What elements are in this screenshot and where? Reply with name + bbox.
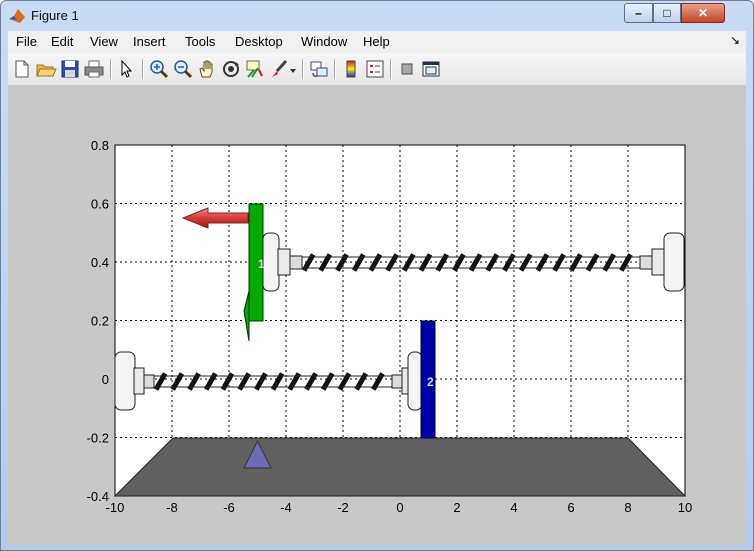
show-plot-tools-icon[interactable] <box>420 58 442 80</box>
figure-window: Figure 1 – □ ✕ File Edit View Insert Too… <box>0 0 754 551</box>
x-tick-label: -6 <box>223 500 235 515</box>
menu-dock-arrow-icon[interactable]: ↘ <box>730 33 740 47</box>
plot-area[interactable]: -10 -8 -6 -4 -2 0 2 4 6 8 100.80.60.40.20-0.2-0.4 <box>8 86 746 545</box>
matlab-icon <box>9 9 25 23</box>
figure-toolbar <box>8 53 746 86</box>
window-title: Figure 1 <box>31 8 79 23</box>
menu-help[interactable]: Help <box>363 34 390 49</box>
y-tick-label: 0.2 <box>91 314 109 329</box>
menu-tools[interactable]: Tools <box>185 34 215 49</box>
minimize-button[interactable]: – <box>624 3 653 23</box>
y-tick-label: -0.2 <box>87 431 109 446</box>
maximize-button[interactable]: □ <box>653 3 681 23</box>
maximize-icon: □ <box>663 6 671 20</box>
x-tick-label: 8 <box>624 500 631 515</box>
x-tick-label: -2 <box>337 500 349 515</box>
rotate-3d-icon[interactable] <box>220 58 242 80</box>
menu-desktop[interactable]: Desktop <box>235 34 283 49</box>
body-1-label: 1 <box>258 257 265 271</box>
menu-view[interactable]: View <box>90 34 118 49</box>
close-button[interactable]: ✕ <box>681 3 725 23</box>
brush-icon[interactable] <box>268 58 290 80</box>
data-cursor-icon[interactable] <box>244 58 266 80</box>
x-tick-label: 10 <box>678 500 692 515</box>
brush-dropdown-icon[interactable] <box>288 58 298 80</box>
y-tick-label: 0 <box>102 372 109 387</box>
pointer-icon[interactable] <box>116 58 138 80</box>
toolbar-separator <box>302 59 304 79</box>
toolbar-separator <box>142 59 144 79</box>
menu-edit[interactable]: Edit <box>51 34 73 49</box>
save-icon[interactable] <box>59 58 81 80</box>
x-tick-label: 2 <box>453 500 460 515</box>
new-figure-icon[interactable] <box>11 58 33 80</box>
menu-insert[interactable]: Insert <box>133 34 166 49</box>
body-2: 2 <box>420 320 436 439</box>
hide-plot-tools-icon[interactable] <box>396 58 418 80</box>
menu-bar: File Edit View Insert Tools Desktop Wind… <box>8 31 746 53</box>
x-tick-label: -4 <box>280 500 292 515</box>
legend-icon[interactable] <box>364 58 386 80</box>
ground-plane <box>113 437 687 497</box>
x-tick-label: 6 <box>567 500 574 515</box>
x-tick-label: -8 <box>166 500 178 515</box>
zoom-in-icon[interactable] <box>148 58 170 80</box>
toolbar-separator <box>334 59 336 79</box>
print-icon[interactable] <box>83 58 105 80</box>
toolbar-separator <box>390 59 392 79</box>
y-tick-label: 0.8 <box>91 138 109 153</box>
minimize-icon: – <box>635 6 642 20</box>
body-2-label: 2 <box>427 375 434 389</box>
y-tick-label: 0.6 <box>91 197 109 212</box>
link-plot-icon[interactable] <box>308 58 330 80</box>
menu-window[interactable]: Window <box>301 34 347 49</box>
close-icon: ✕ <box>697 6 709 20</box>
x-tick-label: 0 <box>396 500 403 515</box>
toolbar-separator <box>110 59 112 79</box>
title-bar[interactable]: Figure 1 – □ ✕ <box>1 1 753 31</box>
x-tick-label: 4 <box>510 500 517 515</box>
colorbar-icon[interactable] <box>340 58 362 80</box>
y-tick-label: 0.4 <box>91 255 109 270</box>
menu-file[interactable]: File <box>16 34 37 49</box>
zoom-out-icon[interactable] <box>172 58 194 80</box>
figure-canvas: -10 -8 -6 -4 -2 0 2 4 6 8 10 0.8 0.6 0.4 0.2 0 -0.2 -0.4 <box>8 86 746 545</box>
pan-icon[interactable] <box>196 58 218 80</box>
y-tick-label: -0.4 <box>87 489 109 504</box>
open-file-icon[interactable] <box>35 58 57 80</box>
